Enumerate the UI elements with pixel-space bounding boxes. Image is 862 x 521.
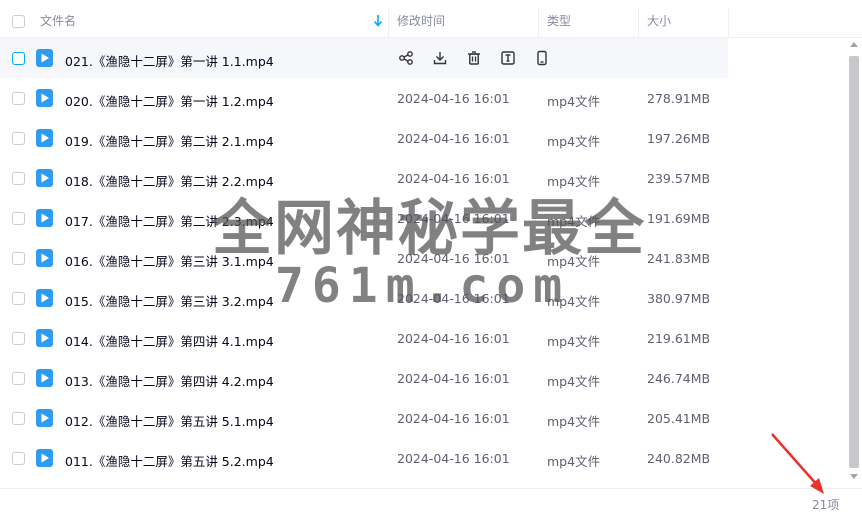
annotation-arrow-icon	[771, 433, 824, 494]
